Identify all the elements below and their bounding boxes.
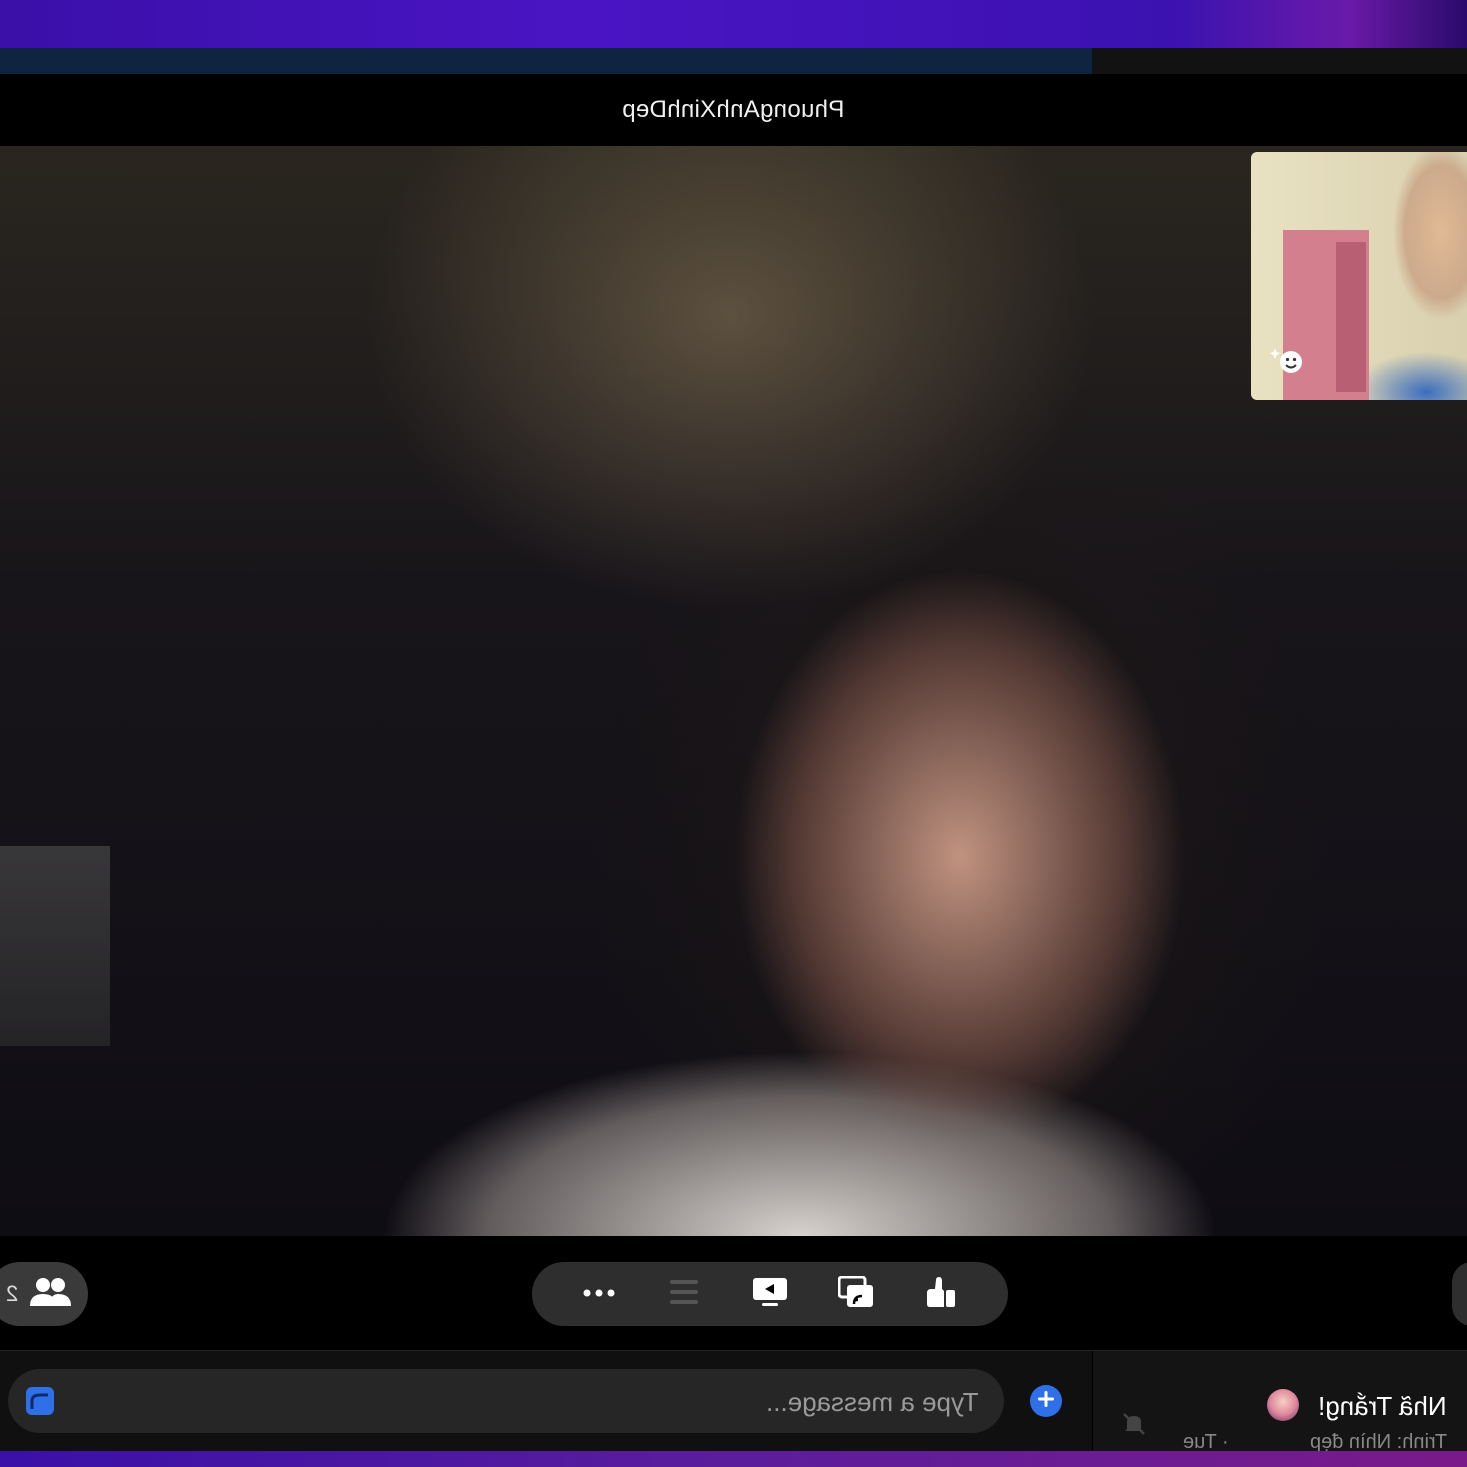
cast-icon: [837, 1275, 874, 1313]
people-icon: [28, 1274, 72, 1315]
call-tools: [532, 1262, 1008, 1326]
list-button[interactable]: [654, 1264, 714, 1324]
message-placeholder: Type a message...: [765, 1387, 978, 1417]
add-button[interactable]: [1030, 1385, 1062, 1417]
avatar: [1267, 1389, 1299, 1421]
bell-mute-icon: [1121, 1411, 1147, 1437]
share-screen-button[interactable]: [740, 1264, 800, 1324]
plus-circle-icon: [1036, 1389, 1056, 1414]
attach-icon[interactable]: [24, 1385, 56, 1417]
thumbs-up-icon: [924, 1275, 958, 1314]
chat-name: Nhã Trắng!: [1318, 1391, 1447, 1421]
sparkle-smile-icon[interactable]: [1269, 342, 1305, 378]
self-view-video[interactable]: [1251, 152, 1467, 400]
window-tab-strip: [0, 48, 1467, 75]
remote-video[interactable]: [0, 146, 1467, 1236]
call-title: PhuongAnhXinhDep: [622, 96, 845, 123]
video-background-detail: [0, 846, 110, 1046]
desktop-background-top: [0, 0, 1467, 48]
desktop-background-bottom: [0, 1451, 1467, 1467]
cast-button[interactable]: [826, 1264, 886, 1324]
list-icon: [668, 1277, 700, 1312]
call-titlebar: PhuongAnhXinhDep: [0, 74, 1467, 146]
screen-share-icon: [752, 1276, 788, 1313]
like-button[interactable]: [911, 1264, 971, 1324]
expand-button[interactable]: [1452, 1262, 1467, 1326]
message-input[interactable]: Type a message...: [8, 1369, 1004, 1433]
window-strip-right: [1093, 48, 1467, 74]
call-control-bar: 2: [0, 1236, 1467, 1350]
chat-list-item[interactable]: Nhã Trắng! Trinh: Nhìn đẹp · Tue: [1093, 1351, 1467, 1453]
pip-background-cabinet-side: [1336, 242, 1366, 392]
participant-count: 2: [6, 1281, 19, 1306]
window-strip-left: [0, 48, 1092, 74]
participants-button[interactable]: 2: [0, 1262, 88, 1326]
message-composer-area: Type a message...: [0, 1351, 1092, 1451]
more-options-button[interactable]: [569, 1264, 629, 1324]
ellipsis-icon: [582, 1285, 616, 1303]
